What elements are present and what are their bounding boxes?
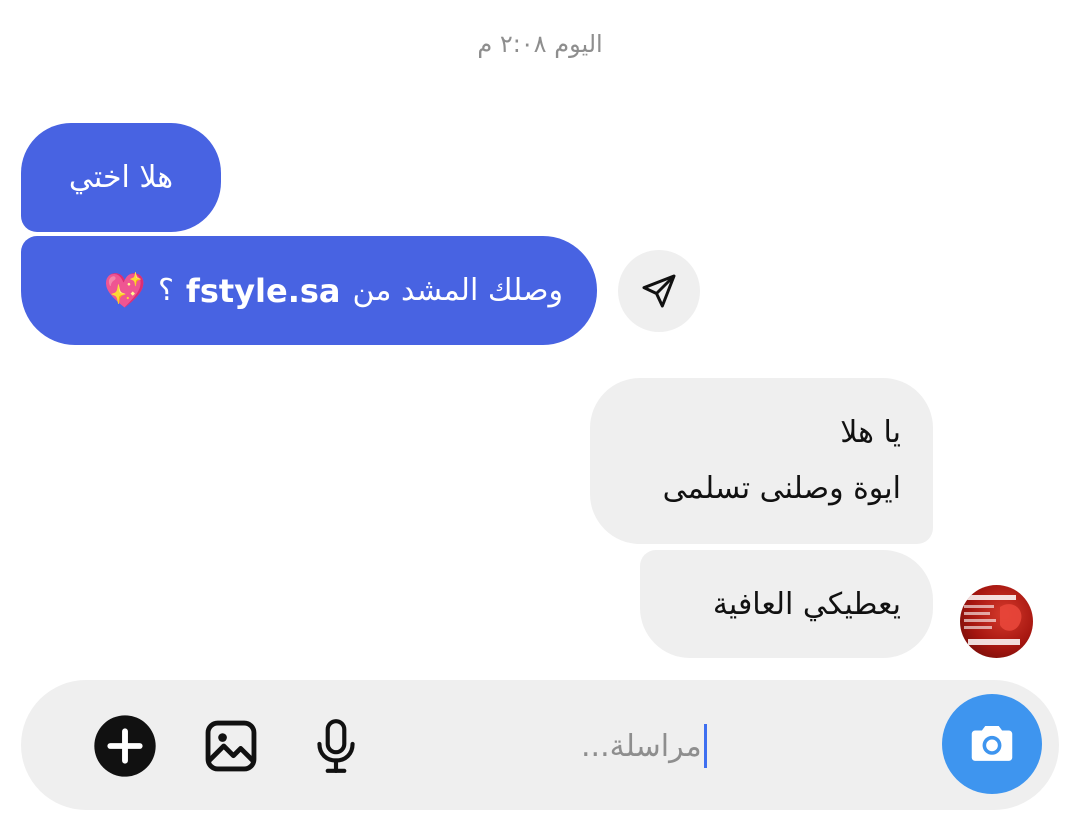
message-line: ايوة وصلنى تسلمى [662,471,901,506]
camera-button[interactable] [942,694,1042,794]
chat-timestamp: اليوم ٢:٠٨ م [477,30,603,58]
message-bubble-sent[interactable]: وصلك المشد من fstyle.sa ؟ 💖 [21,236,597,345]
paper-plane-icon [642,274,676,308]
gallery-icon [205,720,257,772]
question-mark: ؟ [157,273,174,308]
plus-icon [94,715,156,777]
message-bubble-received[interactable]: يا هلا ايوة وصلنى تسلمى [590,378,933,544]
camera-icon [971,726,1013,761]
gallery-button[interactable] [199,714,263,778]
message-bubble-sent[interactable]: هلا اختي [21,123,221,232]
message-input-placeholder: مراسلة... [581,728,702,764]
message-text: يعطيكي العافية [712,586,901,622]
message-text: وصلك المشد من [352,273,563,308]
microphone-icon [317,719,355,773]
brand-name: fstyle.sa [185,271,341,310]
message-bubble-received[interactable]: يعطيكي العافية [640,550,933,658]
share-message-button[interactable] [618,250,700,332]
message-input[interactable]: مراسلة... [581,720,939,772]
text-caret [703,724,707,768]
message-composer: مراسلة... [21,680,1059,810]
add-attachment-button[interactable] [93,714,157,778]
sparkling-heart-emoji: 💖 [103,270,146,311]
avatar-image [964,595,1022,645]
message-line: يا هلا [840,415,901,450]
voice-message-button[interactable] [304,714,368,778]
message-text: هلا اختي [68,160,174,195]
sender-avatar[interactable] [960,585,1033,658]
